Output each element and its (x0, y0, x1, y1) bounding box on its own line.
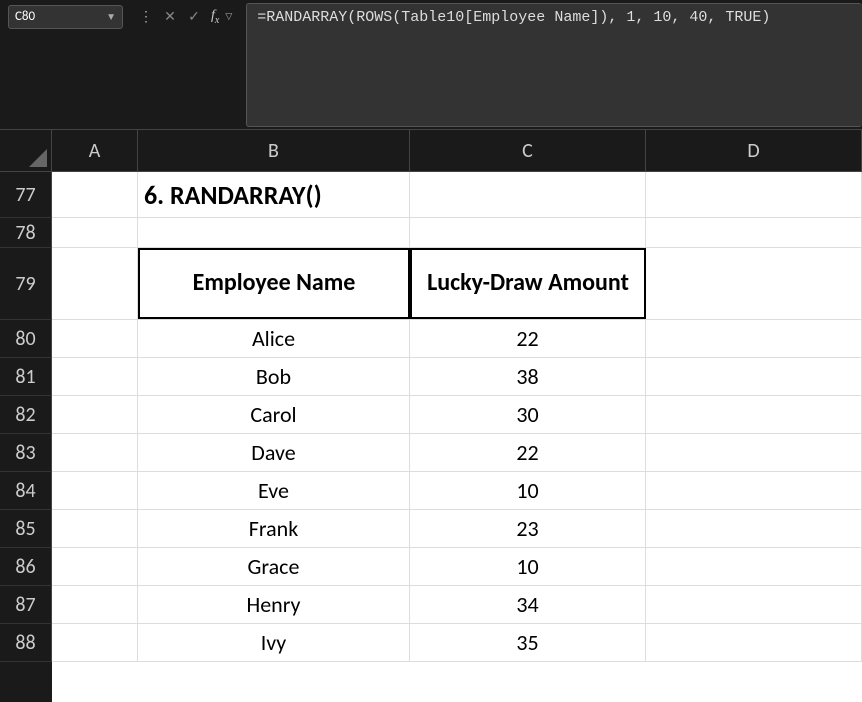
column-headers: A B C D (52, 130, 862, 172)
select-all-corner[interactable] (0, 130, 52, 172)
amount-cell[interactable]: 22 (410, 320, 646, 357)
cell[interactable] (646, 218, 862, 247)
table-row: Employee Name Lucky-Draw Amount (52, 248, 862, 320)
employee-name-cell[interactable]: Henry (138, 586, 410, 623)
enter-button[interactable]: ✓ (183, 6, 205, 28)
amount-cell[interactable]: 22 (410, 434, 646, 471)
column-header[interactable]: C (410, 130, 646, 172)
cell[interactable] (410, 172, 646, 217)
cell[interactable] (646, 624, 862, 661)
cell[interactable] (52, 248, 138, 319)
table-row: Eve 10 (52, 472, 862, 510)
table-row: Ivy 35 (52, 624, 862, 662)
table-row: Carol 30 (52, 396, 862, 434)
row-header[interactable]: 84 (0, 472, 52, 510)
employee-name-cell[interactable]: Dave (138, 434, 410, 471)
row-header[interactable]: 78 (0, 218, 52, 248)
cell[interactable] (646, 586, 862, 623)
table-row: Bob 38 (52, 358, 862, 396)
cell[interactable] (138, 218, 410, 247)
column-header[interactable]: D (646, 130, 862, 172)
row-header[interactable]: 82 (0, 396, 52, 434)
chevron-down-icon[interactable]: ▼ (106, 10, 116, 23)
cell[interactable] (52, 548, 138, 585)
cells-area[interactable]: 6. RANDARRAY() Employee Name Lucky-Draw … (52, 172, 862, 702)
employee-name-cell[interactable]: Bob (138, 358, 410, 395)
employee-name-cell[interactable]: Eve (138, 472, 410, 509)
table-row: Grace 10 (52, 548, 862, 586)
employee-name-cell[interactable]: Frank (138, 510, 410, 547)
name-box-value: C80 (15, 9, 35, 24)
amount-cell[interactable]: 23 (410, 510, 646, 547)
column-header[interactable]: A (52, 130, 138, 172)
cell[interactable] (646, 434, 862, 471)
row-header[interactable]: 86 (0, 548, 52, 586)
row-header[interactable]: 77 (0, 172, 52, 218)
fx-label[interactable]: fx (207, 8, 223, 26)
cell[interactable] (52, 586, 138, 623)
title-cell[interactable]: 6. RANDARRAY() (138, 172, 410, 217)
cell[interactable] (52, 320, 138, 357)
employee-name-cell[interactable]: Ivy (138, 624, 410, 661)
cell[interactable] (52, 472, 138, 509)
grid-content: A B C D 6. RANDARRAY() Employee Name Luc… (52, 130, 862, 702)
formula-bar: C80 ▼ ⋮ ✕ ✓ fx ▽ =RANDARRAY(ROWS(Table10… (0, 0, 862, 130)
formula-controls: ⋮ ✕ ✓ fx ▽ (123, 0, 238, 30)
cell[interactable] (646, 320, 862, 357)
row-header[interactable]: 85 (0, 510, 52, 548)
cell[interactable] (52, 172, 138, 217)
check-icon: ✓ (188, 8, 200, 25)
name-box[interactable]: C80 ▼ (8, 5, 123, 29)
row-header[interactable]: 80 (0, 320, 52, 358)
name-box-container: C80 ▼ (0, 0, 123, 30)
cell[interactable] (646, 472, 862, 509)
cell[interactable] (52, 396, 138, 433)
formula-input[interactable]: =RANDARRAY(ROWS(Table10[Employee Name]),… (246, 3, 862, 127)
table-row: Alice 22 (52, 320, 862, 358)
amount-cell[interactable]: 10 (410, 472, 646, 509)
cell[interactable] (410, 218, 646, 247)
amount-cell[interactable]: 35 (410, 624, 646, 661)
cell[interactable] (52, 624, 138, 661)
row-header[interactable]: 81 (0, 358, 52, 396)
spreadsheet-grid: 77 78 79 80 81 82 83 84 85 86 87 88 A B … (0, 130, 862, 702)
amount-cell[interactable]: 10 (410, 548, 646, 585)
cell[interactable] (646, 396, 862, 433)
row-header[interactable]: 79 (0, 248, 52, 320)
header-employee-name[interactable]: Employee Name (138, 248, 410, 319)
dots-icon: ⋮ (135, 8, 157, 25)
employee-name-cell[interactable]: Alice (138, 320, 410, 357)
table-row: Frank 23 (52, 510, 862, 548)
amount-cell[interactable]: 34 (410, 586, 646, 623)
row-headers: 77 78 79 80 81 82 83 84 85 86 87 88 (0, 130, 52, 702)
column-header[interactable]: B (138, 130, 410, 172)
cell[interactable] (52, 434, 138, 471)
cell[interactable] (646, 358, 862, 395)
row-header[interactable]: 83 (0, 434, 52, 472)
cell[interactable] (52, 510, 138, 547)
header-lucky-draw[interactable]: Lucky-Draw Amount (410, 248, 646, 319)
row-header[interactable]: 87 (0, 586, 52, 624)
chevron-down-icon[interactable]: ▽ (225, 11, 238, 22)
table-row (52, 218, 862, 248)
cell[interactable] (646, 548, 862, 585)
row-header[interactable]: 88 (0, 624, 52, 662)
cell[interactable] (52, 358, 138, 395)
x-icon: ✕ (164, 8, 176, 25)
table-row: Henry 34 (52, 586, 862, 624)
cell[interactable] (52, 218, 138, 247)
cell[interactable] (646, 172, 862, 217)
table-row: 6. RANDARRAY() (52, 172, 862, 218)
amount-cell[interactable]: 38 (410, 358, 646, 395)
table-row: Dave 22 (52, 434, 862, 472)
cell[interactable] (646, 510, 862, 547)
cell[interactable] (646, 248, 862, 319)
amount-cell[interactable]: 30 (410, 396, 646, 433)
employee-name-cell[interactable]: Carol (138, 396, 410, 433)
employee-name-cell[interactable]: Grace (138, 548, 410, 585)
formula-text: =RANDARRAY(ROWS(Table10[Employee Name]),… (257, 9, 770, 26)
cancel-button[interactable]: ✕ (159, 6, 181, 28)
